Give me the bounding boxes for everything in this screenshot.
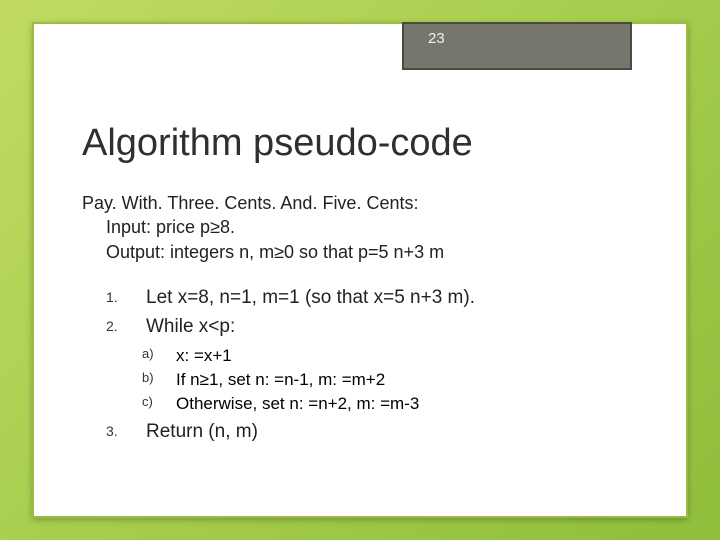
step-text: While x<p: xyxy=(146,316,235,337)
page-number-box: 23 xyxy=(402,22,632,70)
alg-name: Pay. With. Three. Cents. And. Five. Cent… xyxy=(82,191,646,215)
slide-title: Algorithm pseudo-code xyxy=(82,122,646,165)
step-text: Return (n, m) xyxy=(146,421,258,442)
step-marker: 3. xyxy=(106,422,118,440)
substep-text: If n≥1, set n: =n-1, m: =m+2 xyxy=(176,370,385,389)
substep-marker: a) xyxy=(142,346,154,363)
substep-text: Otherwise, set n: =n+2, m: =m-3 xyxy=(176,394,419,413)
step-marker: 2. xyxy=(106,317,118,335)
slide-content: Algorithm pseudo-code Pay. With. Three. … xyxy=(82,122,646,448)
steps-list: 1. Let x=8, n=1, m=1 (so that x=5 n+3 m)… xyxy=(82,286,646,339)
substep-marker: c) xyxy=(142,394,153,411)
substep-b: b) If n≥1, set n: =n-1, m: =m+2 xyxy=(142,369,646,391)
slide-card: 23 Algorithm pseudo-code Pay. With. Thre… xyxy=(32,22,688,518)
step-marker: 1. xyxy=(106,288,118,306)
slide-stage: 23 Algorithm pseudo-code Pay. With. Thre… xyxy=(0,0,720,540)
alg-input: Input: price p≥8. xyxy=(82,215,646,239)
step-3: 3. Return (n, m) xyxy=(106,420,646,445)
substep-marker: b) xyxy=(142,370,154,387)
alg-output: Output: integers n, m≥0 so that p=5 n+3 … xyxy=(82,240,646,264)
step-text: Let x=8, n=1, m=1 (so that x=5 n+3 m). xyxy=(146,287,475,308)
substeps-list: a) x: =x+1 b) If n≥1, set n: =n-1, m: =m… xyxy=(82,345,646,415)
substep-text: x: =x+1 xyxy=(176,346,232,365)
page-number: 23 xyxy=(428,30,445,48)
algorithm-header: Pay. With. Three. Cents. And. Five. Cent… xyxy=(82,191,646,264)
step-1: 1. Let x=8, n=1, m=1 (so that x=5 n+3 m)… xyxy=(106,286,646,311)
substep-c: c) Otherwise, set n: =n+2, m: =m-3 xyxy=(142,393,646,415)
step-2: 2. While x<p: xyxy=(106,315,646,340)
steps-list-cont: 3. Return (n, m) xyxy=(82,420,646,445)
substep-a: a) x: =x+1 xyxy=(142,345,646,367)
